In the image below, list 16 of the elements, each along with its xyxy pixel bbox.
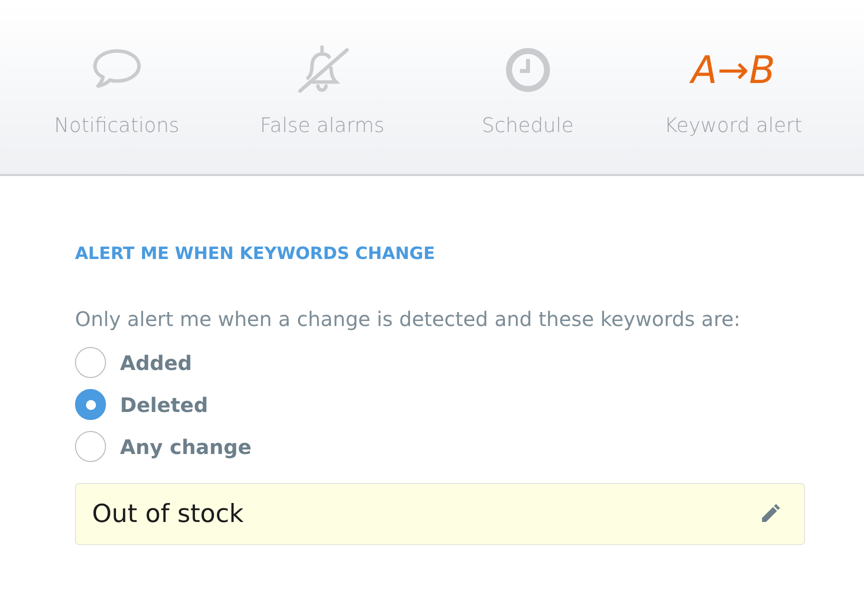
keyword-field[interactable]: Out of stock: [75, 482, 805, 544]
tab[interactable]: False alarms: [220, 0, 425, 174]
tab[interactable]: Notifications: [14, 0, 220, 174]
option-label[interactable]: Any change: [120, 432, 252, 462]
keyword-change-icon: A→B: [691, 50, 776, 88]
radio-button[interactable]: [75, 389, 106, 420]
option-label[interactable]: Added: [120, 348, 192, 378]
tab[interactable]: A→B Keyword alert: [630, 0, 836, 174]
option-label[interactable]: Deleted: [120, 390, 208, 420]
radio-button[interactable]: [75, 347, 106, 378]
tab[interactable]: Schedule: [425, 0, 630, 174]
clock-icon: [504, 46, 551, 92]
pencil-icon[interactable]: [759, 502, 781, 524]
radio-button[interactable]: [75, 431, 106, 462]
section-heading: ALERT ME WHEN KEYWORDS CHANGE: [75, 243, 436, 266]
prompt-text: Only alert me when a change is detected and these keywords are:: [75, 306, 742, 332]
